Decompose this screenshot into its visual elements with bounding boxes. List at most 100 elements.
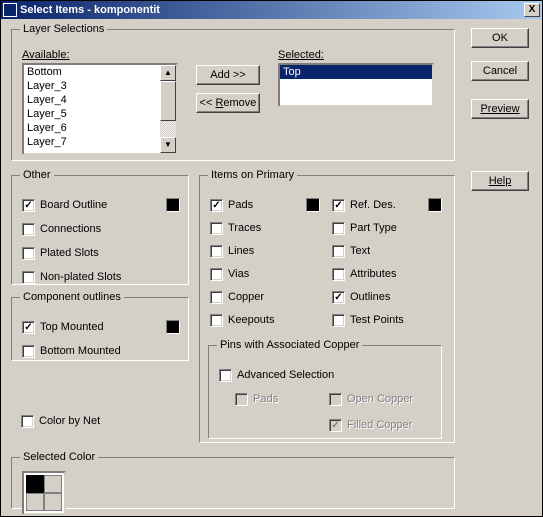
primary-vias-checkbox[interactable] [210, 268, 223, 281]
add-button[interactable]: Add >> [196, 65, 260, 85]
close-button[interactable]: X [524, 3, 540, 17]
primary-test-points-row: Test Points [332, 310, 442, 330]
primary-attributes-checkbox[interactable] [332, 268, 345, 281]
color-swatch-empty[interactable] [26, 493, 44, 511]
available-listbox[interactable]: BottomLayer_3Layer_4Layer_5Layer_6Layer_… [22, 63, 178, 155]
pins-pads-row: Pads [235, 389, 329, 409]
selected-listbox[interactable]: Top [278, 63, 434, 107]
primary-pads-checkbox[interactable]: ✓ [210, 199, 223, 212]
color-by-net-checkbox[interactable] [21, 415, 34, 428]
primary-vias-label: Vias [228, 268, 249, 280]
pins-filled-copper-checkbox: ✓ [329, 419, 342, 432]
pins-open-copper-row: Open Copper [329, 389, 413, 409]
advanced-selection-row: Advanced Selection [219, 365, 334, 385]
primary-text-label: Text [350, 245, 370, 257]
primary-ref-des--label: Ref. Des. [350, 199, 396, 211]
primary-attributes-row: Attributes [332, 264, 442, 284]
titlebar[interactable]: Select Items - komponentit X [1, 1, 542, 19]
ok-button[interactable]: OK [471, 28, 529, 48]
color-swatch-black[interactable] [26, 475, 44, 493]
other-board-outline-label: Board Outline [40, 199, 107, 211]
available-item[interactable]: Bottom [24, 65, 160, 79]
scroll-up-button[interactable]: ▲ [160, 65, 176, 81]
available-item[interactable]: Layer_4 [24, 93, 160, 107]
available-item[interactable]: Layer_5 [24, 107, 160, 121]
primary-test-points-checkbox[interactable] [332, 314, 345, 327]
primary-keepouts-label: Keepouts [228, 314, 274, 326]
color-by-net-label: Color by Net [39, 415, 100, 427]
comp-top-mounted-checkbox[interactable]: ✓ [22, 321, 35, 334]
items-on-primary-legend: Items on Primary [208, 169, 297, 181]
primary-ref-des--row: ✓ Ref. Des. [332, 195, 442, 215]
primary-test-points-label: Test Points [350, 314, 404, 326]
primary-copper-checkbox[interactable] [210, 291, 223, 304]
pins-pads-checkbox [235, 393, 248, 406]
primary-keepouts-checkbox[interactable] [210, 314, 223, 327]
cancel-button[interactable]: Cancel [471, 61, 529, 81]
other-non-plated-slots-checkbox[interactable] [22, 271, 35, 284]
layer-selections-legend: Layer Selections [20, 23, 107, 35]
items-on-primary-group: Items on Primary ✓PadsTracesLinesViasCop… [199, 169, 455, 443]
available-label: Available: [22, 49, 178, 61]
primary-pads-row: ✓ Pads [210, 195, 320, 215]
primary-text-row: Text [332, 241, 442, 261]
primary-outlines-checkbox[interactable]: ✓ [332, 291, 345, 304]
comp-bottom-mounted-checkbox[interactable] [22, 345, 35, 358]
scroll-thumb[interactable] [160, 81, 176, 121]
preview-button[interactable]: Preview [471, 99, 529, 119]
pins-filled-copper-label: Filled Copper [347, 419, 412, 431]
other-board-outline-swatch[interactable] [166, 198, 180, 212]
remove-button[interactable]: << Remove [196, 93, 260, 113]
color-swatch-empty[interactable] [44, 475, 62, 493]
primary-lines-label: Lines [228, 245, 254, 257]
component-outlines-group: Component outlines ✓Top MountedBottom Mo… [11, 291, 189, 361]
comp-top-mounted-label: Top Mounted [40, 321, 104, 333]
pins-open-copper-label: Open Copper [347, 393, 413, 405]
primary-pads-swatch[interactable] [306, 198, 320, 212]
primary-part-type-label: Part Type [350, 222, 397, 234]
other-legend: Other [20, 169, 54, 181]
help-button[interactable]: Help [471, 171, 529, 191]
selected-label: Selected: [278, 49, 434, 61]
other-board-outline-row: ✓ Board Outline [22, 195, 180, 215]
available-item[interactable]: Layer_6 [24, 121, 160, 135]
other-plated-slots-checkbox[interactable] [22, 247, 35, 260]
scroll-down-button[interactable]: ▼ [160, 137, 176, 153]
comp-top-mounted-row: ✓ Top Mounted [22, 317, 180, 337]
primary-traces-checkbox[interactable] [210, 222, 223, 235]
color-well[interactable] [22, 471, 66, 515]
primary-pads-label: Pads [228, 199, 253, 211]
primary-vias-row: Vias [210, 264, 320, 284]
pins-open-copper-checkbox [329, 393, 342, 406]
window-title: Select Items - komponentit [20, 4, 524, 16]
pins-copper-legend: Pins with Associated Copper [217, 339, 362, 351]
primary-text-checkbox[interactable] [332, 245, 345, 258]
advanced-selection-checkbox[interactable] [219, 369, 232, 382]
comp-bottom-mounted-row: Bottom Mounted [22, 341, 180, 361]
layer-selections-group: Layer Selections Available: BottomLayer_… [11, 23, 455, 161]
available-item[interactable]: Layer_7 [24, 135, 160, 149]
primary-part-type-row: Part Type [332, 218, 442, 238]
other-board-outline-checkbox[interactable]: ✓ [22, 199, 35, 212]
selected-color-group: Selected Color [11, 451, 455, 509]
comp-bottom-mounted-label: Bottom Mounted [40, 345, 121, 357]
primary-attributes-label: Attributes [350, 268, 396, 280]
primary-part-type-checkbox[interactable] [332, 222, 345, 235]
scrollbar[interactable]: ▲ ▼ [160, 65, 176, 153]
client-area: OK Cancel Preview Help Layer Selections … [1, 19, 542, 516]
primary-lines-checkbox[interactable] [210, 245, 223, 258]
primary-ref-des--checkbox[interactable]: ✓ [332, 199, 345, 212]
color-swatch-empty[interactable] [44, 493, 62, 511]
selected-item[interactable]: Top [280, 65, 432, 79]
primary-copper-row: Copper [210, 287, 320, 307]
app-icon [3, 3, 17, 17]
available-item[interactable]: Layer_3 [24, 79, 160, 93]
scroll-track[interactable] [160, 81, 176, 137]
dialog-window: Select Items - komponentit X OK Cancel P… [0, 0, 543, 517]
primary-outlines-row: ✓Outlines [332, 287, 442, 307]
comp-top-mounted-swatch[interactable] [166, 320, 180, 334]
advanced-selection-label: Advanced Selection [237, 369, 334, 381]
other-connections-checkbox[interactable] [22, 223, 35, 236]
primary-lines-row: Lines [210, 241, 320, 261]
primary-ref-des--swatch[interactable] [428, 198, 442, 212]
